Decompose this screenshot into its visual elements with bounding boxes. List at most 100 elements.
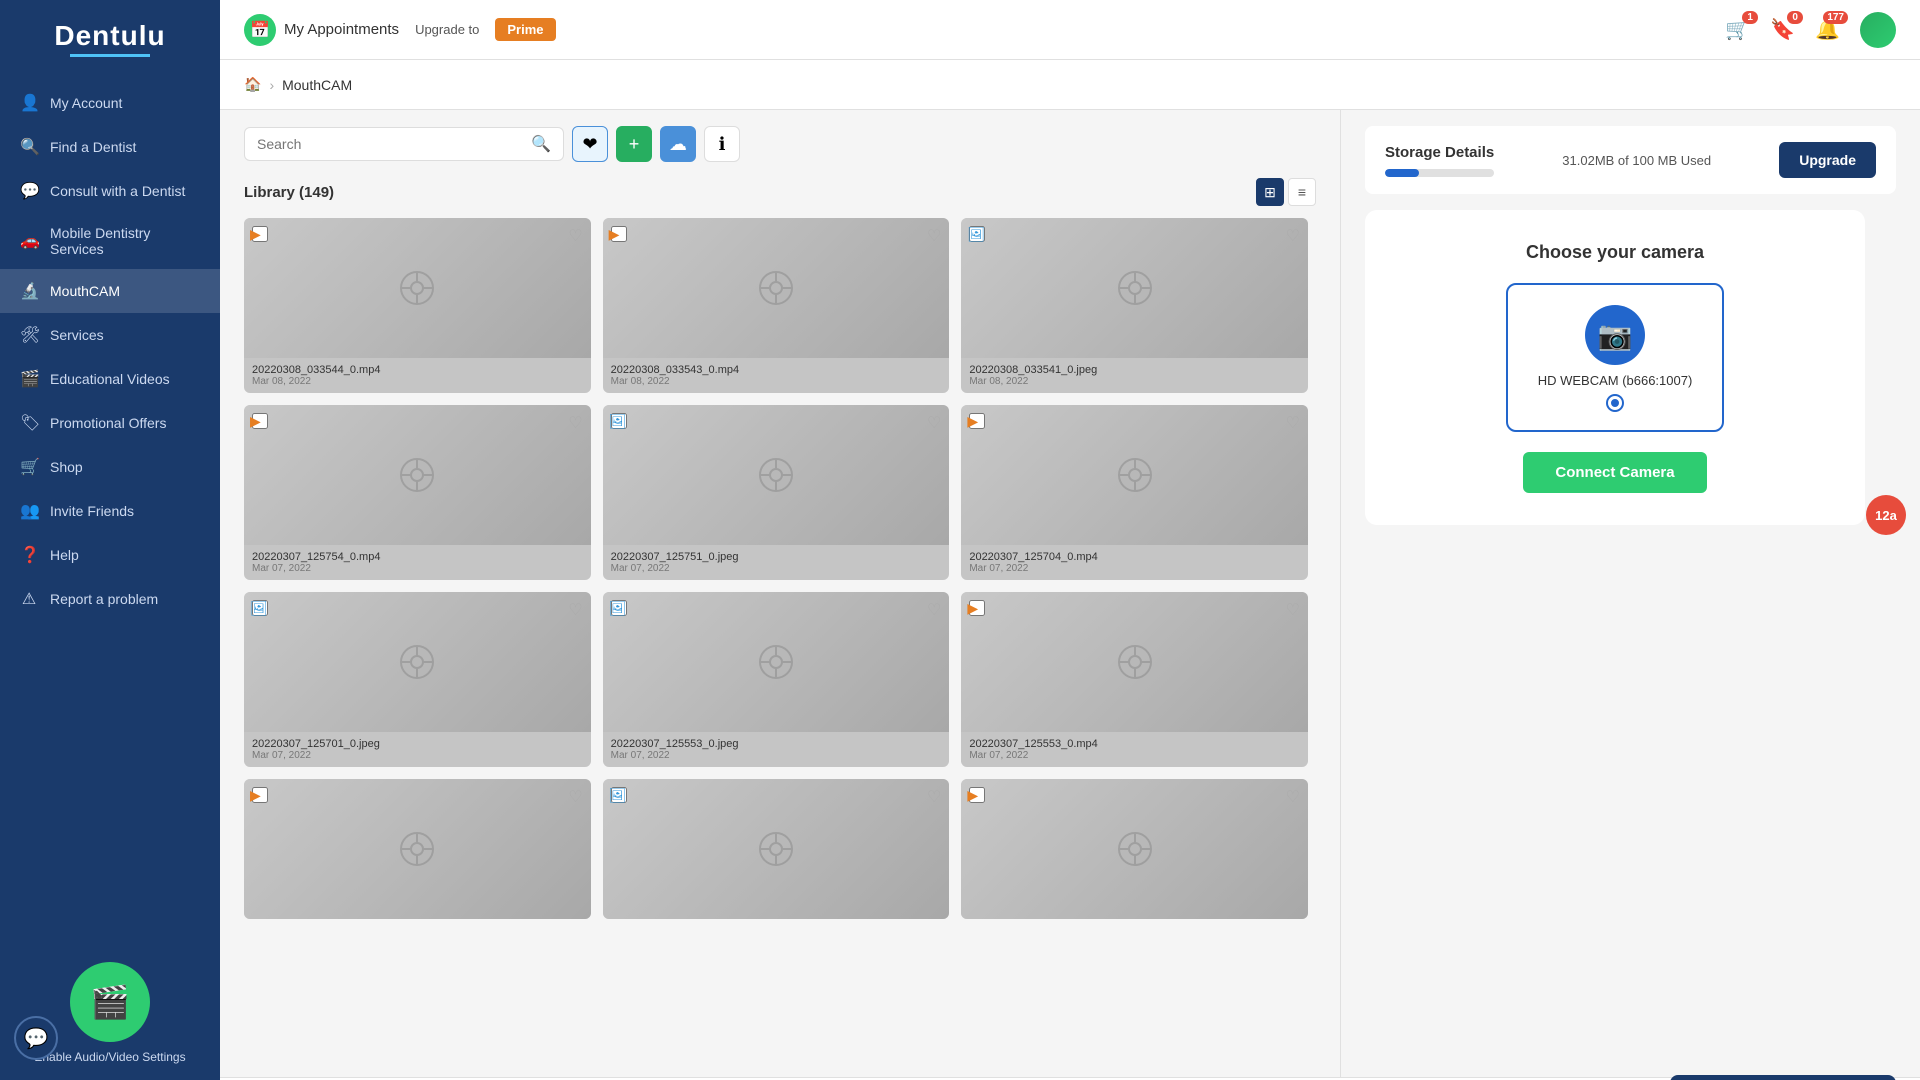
media-heart-icon[interactable]: ♡ <box>1286 787 1300 807</box>
video-type-icon: ▶ <box>250 413 261 430</box>
alerts-icon[interactable]: 🔔 177 <box>1815 17 1840 42</box>
camera-option[interactable]: 📷 HD WEBCAM (b666:1007) <box>1506 283 1725 432</box>
media-item[interactable]: ♡ ▶ 20220307_125754_0.mp4 Mar 07, 2022 <box>244 405 591 580</box>
media-item[interactable]: ♡ ▶ 20220308_033543_0.mp4 Mar 08, 2022 <box>603 218 950 393</box>
nav-icon-my-account: 👤 <box>20 93 38 113</box>
modal-title: Choose your camera <box>1526 242 1704 263</box>
media-heart-icon[interactable]: ♡ <box>927 226 941 246</box>
chat-bubble-button[interactable]: 💬 <box>14 1016 58 1060</box>
nav-icon-mobile-dentistry: 🚗 <box>20 231 38 251</box>
media-info: 20220308_033544_0.mp4 Mar 08, 2022 <box>244 358 591 393</box>
media-thumb-inner <box>961 218 1308 358</box>
connect-camera-button[interactable]: Connect Camera <box>1523 452 1706 493</box>
upgrade-to-label: Upgrade to <box>415 22 479 37</box>
media-item[interactable]: ♡ 🖼 20220307_125751_0.jpeg Mar 07, 2022 <box>603 405 950 580</box>
media-thumb-inner <box>244 779 591 919</box>
nav-label-my-account: My Account <box>50 95 122 111</box>
camera-name: HD WEBCAM (b666:1007) <box>1538 373 1693 388</box>
appointments-icon: 📅 <box>244 14 276 46</box>
sidebar-item-services[interactable]: 🛠Services <box>0 313 220 357</box>
media-item[interactable]: ♡ 🖼 <box>603 779 950 919</box>
media-thumbnail: ♡ 🖼 <box>603 779 950 919</box>
sidebar-item-report-problem[interactable]: ⚠Report a problem <box>0 577 220 621</box>
video-type-icon: ▶ <box>250 226 261 243</box>
sidebar-item-consult-dentist[interactable]: 💬 Consult with a Dentist <box>0 169 220 213</box>
media-heart-icon[interactable]: ♡ <box>1286 600 1300 620</box>
appointments-label: My Appointments <box>284 21 399 38</box>
media-heart-icon[interactable]: ♡ <box>568 413 582 433</box>
video-type-icon: ▶ <box>967 413 978 430</box>
media-date: Mar 07, 2022 <box>611 563 942 574</box>
sidebar-logo: Dentulu <box>0 0 220 73</box>
media-grid: ♡ ▶ 20220308_033544_0.mp4 Mar 08, 2022 ♡… <box>244 218 1316 919</box>
wishlist-icon[interactable]: 🔖 0 <box>1770 17 1795 42</box>
camera-icon: 📷 <box>1585 305 1645 365</box>
media-filename: 20220307_125751_0.jpeg <box>611 551 942 563</box>
nav-icon-consult-dentist: 💬 <box>20 181 38 201</box>
nav-icon-services: 🛠 <box>20 325 38 345</box>
media-thumb-inner <box>244 592 591 732</box>
media-item[interactable]: ♡ 🖼 20220308_033541_0.jpeg Mar 08, 2022 <box>961 218 1308 393</box>
breadcrumb-separator: › <box>269 77 274 93</box>
sidebar-item-invite-friends[interactable]: 👥Invite Friends <box>0 489 220 533</box>
storage-bar-wrap <box>1385 169 1494 177</box>
breadcrumb-home[interactable]: 🏠 <box>244 76 261 93</box>
media-thumb-inner <box>603 779 950 919</box>
nav-label-invite-friends: Invite Friends <box>50 503 134 519</box>
search-bar: 🔍 ❤ + ☁ ℹ <box>244 126 1316 162</box>
favorite-filter-button[interactable]: ❤ <box>572 126 608 162</box>
appointments-button[interactable]: 📅 My Appointments <box>244 14 399 46</box>
content-area: 🏠 › MouthCAM 🔍 ❤ + ☁ ℹ <box>220 60 1920 1080</box>
cart-icon[interactable]: 🛒 1 <box>1725 17 1750 42</box>
media-heart-icon[interactable]: ♡ <box>927 787 941 807</box>
sidebar-item-find-dentist[interactable]: 🔍Find a Dentist <box>0 125 220 169</box>
grid-view-button[interactable]: ⊞ <box>1256 178 1284 206</box>
nav-label-educational-videos: Educational Videos <box>50 371 170 387</box>
media-item[interactable]: ♡ 🖼 20220307_125553_0.jpeg Mar 07, 2022 <box>603 592 950 767</box>
sidebar-item-mouthcam[interactable]: 🔬MouthCAM <box>0 269 220 313</box>
media-date: Mar 07, 2022 <box>252 563 583 574</box>
video-settings-button[interactable]: 🎬 <box>70 962 150 1042</box>
media-item[interactable]: ♡ ▶ <box>961 779 1308 919</box>
media-heart-icon[interactable]: ♡ <box>1286 413 1300 433</box>
upload-button[interactable]: ☁ <box>660 126 696 162</box>
media-heart-icon[interactable]: ♡ <box>568 600 582 620</box>
media-date: Mar 07, 2022 <box>611 750 942 761</box>
media-heart-icon[interactable]: ♡ <box>927 413 941 433</box>
nav-icon-promotional-offers: 🏷 <box>20 413 38 433</box>
user-avatar[interactable] <box>1860 12 1896 48</box>
video-type-icon: ▶ <box>609 226 620 243</box>
media-thumb-inner <box>961 779 1308 919</box>
media-item[interactable]: ♡ 🖼 20220307_125701_0.jpeg Mar 07, 2022 <box>244 592 591 767</box>
media-item[interactable]: ♡ ▶ 20220308_033544_0.mp4 Mar 08, 2022 <box>244 218 591 393</box>
media-date: Mar 07, 2022 <box>969 750 1300 761</box>
sidebar-item-educational-videos[interactable]: 🎬Educational Videos <box>0 357 220 401</box>
topbar-right: 🛒 1 🔖 0 🔔 177 <box>1725 12 1896 48</box>
media-item[interactable]: ♡ ▶ 20220307_125553_0.mp4 Mar 07, 2022 <box>961 592 1308 767</box>
sidebar-item-shop[interactable]: 🛒Shop <box>0 445 220 489</box>
media-date: Mar 07, 2022 <box>252 750 583 761</box>
media-item[interactable]: ♡ ▶ <box>244 779 591 919</box>
media-heart-icon[interactable]: ♡ <box>568 226 582 246</box>
media-item[interactable]: ♡ ▶ 20220307_125704_0.mp4 Mar 07, 2022 <box>961 405 1308 580</box>
sidebar-item-promotional-offers[interactable]: 🏷 Promotional Offers <box>0 401 220 445</box>
prime-badge[interactable]: Prime <box>495 18 555 41</box>
sidebar-item-my-account[interactable]: 👤 My Account <box>0 81 220 125</box>
sidebar-item-help[interactable]: ❓Help <box>0 533 220 577</box>
video-type-icon: ▶ <box>967 787 978 804</box>
search-input[interactable] <box>257 136 531 152</box>
video-type-icon: ▶ <box>967 600 978 617</box>
media-heart-icon[interactable]: ♡ <box>1286 226 1300 246</box>
search-icon: 🔍 <box>531 134 551 154</box>
list-view-button[interactable]: ≡ <box>1288 178 1316 206</box>
media-thumbnail: ♡ 🖼 <box>603 592 950 732</box>
storage-upgrade-button[interactable]: Upgrade <box>1779 142 1876 178</box>
add-button[interactable]: + <box>616 126 652 162</box>
info-button[interactable]: ℹ <box>704 126 740 162</box>
nav-label-promotional-offers: Promotional Offers <box>50 415 166 431</box>
sidebar-item-mobile-dentistry[interactable]: 🚗Mobile Dentistry Services <box>0 213 220 269</box>
media-heart-icon[interactable]: ♡ <box>927 600 941 620</box>
media-heart-icon[interactable]: ♡ <box>568 787 582 807</box>
nav-label-consult-dentist: Consult with a Dentist <box>50 183 185 199</box>
camera-radio[interactable] <box>1608 396 1622 410</box>
